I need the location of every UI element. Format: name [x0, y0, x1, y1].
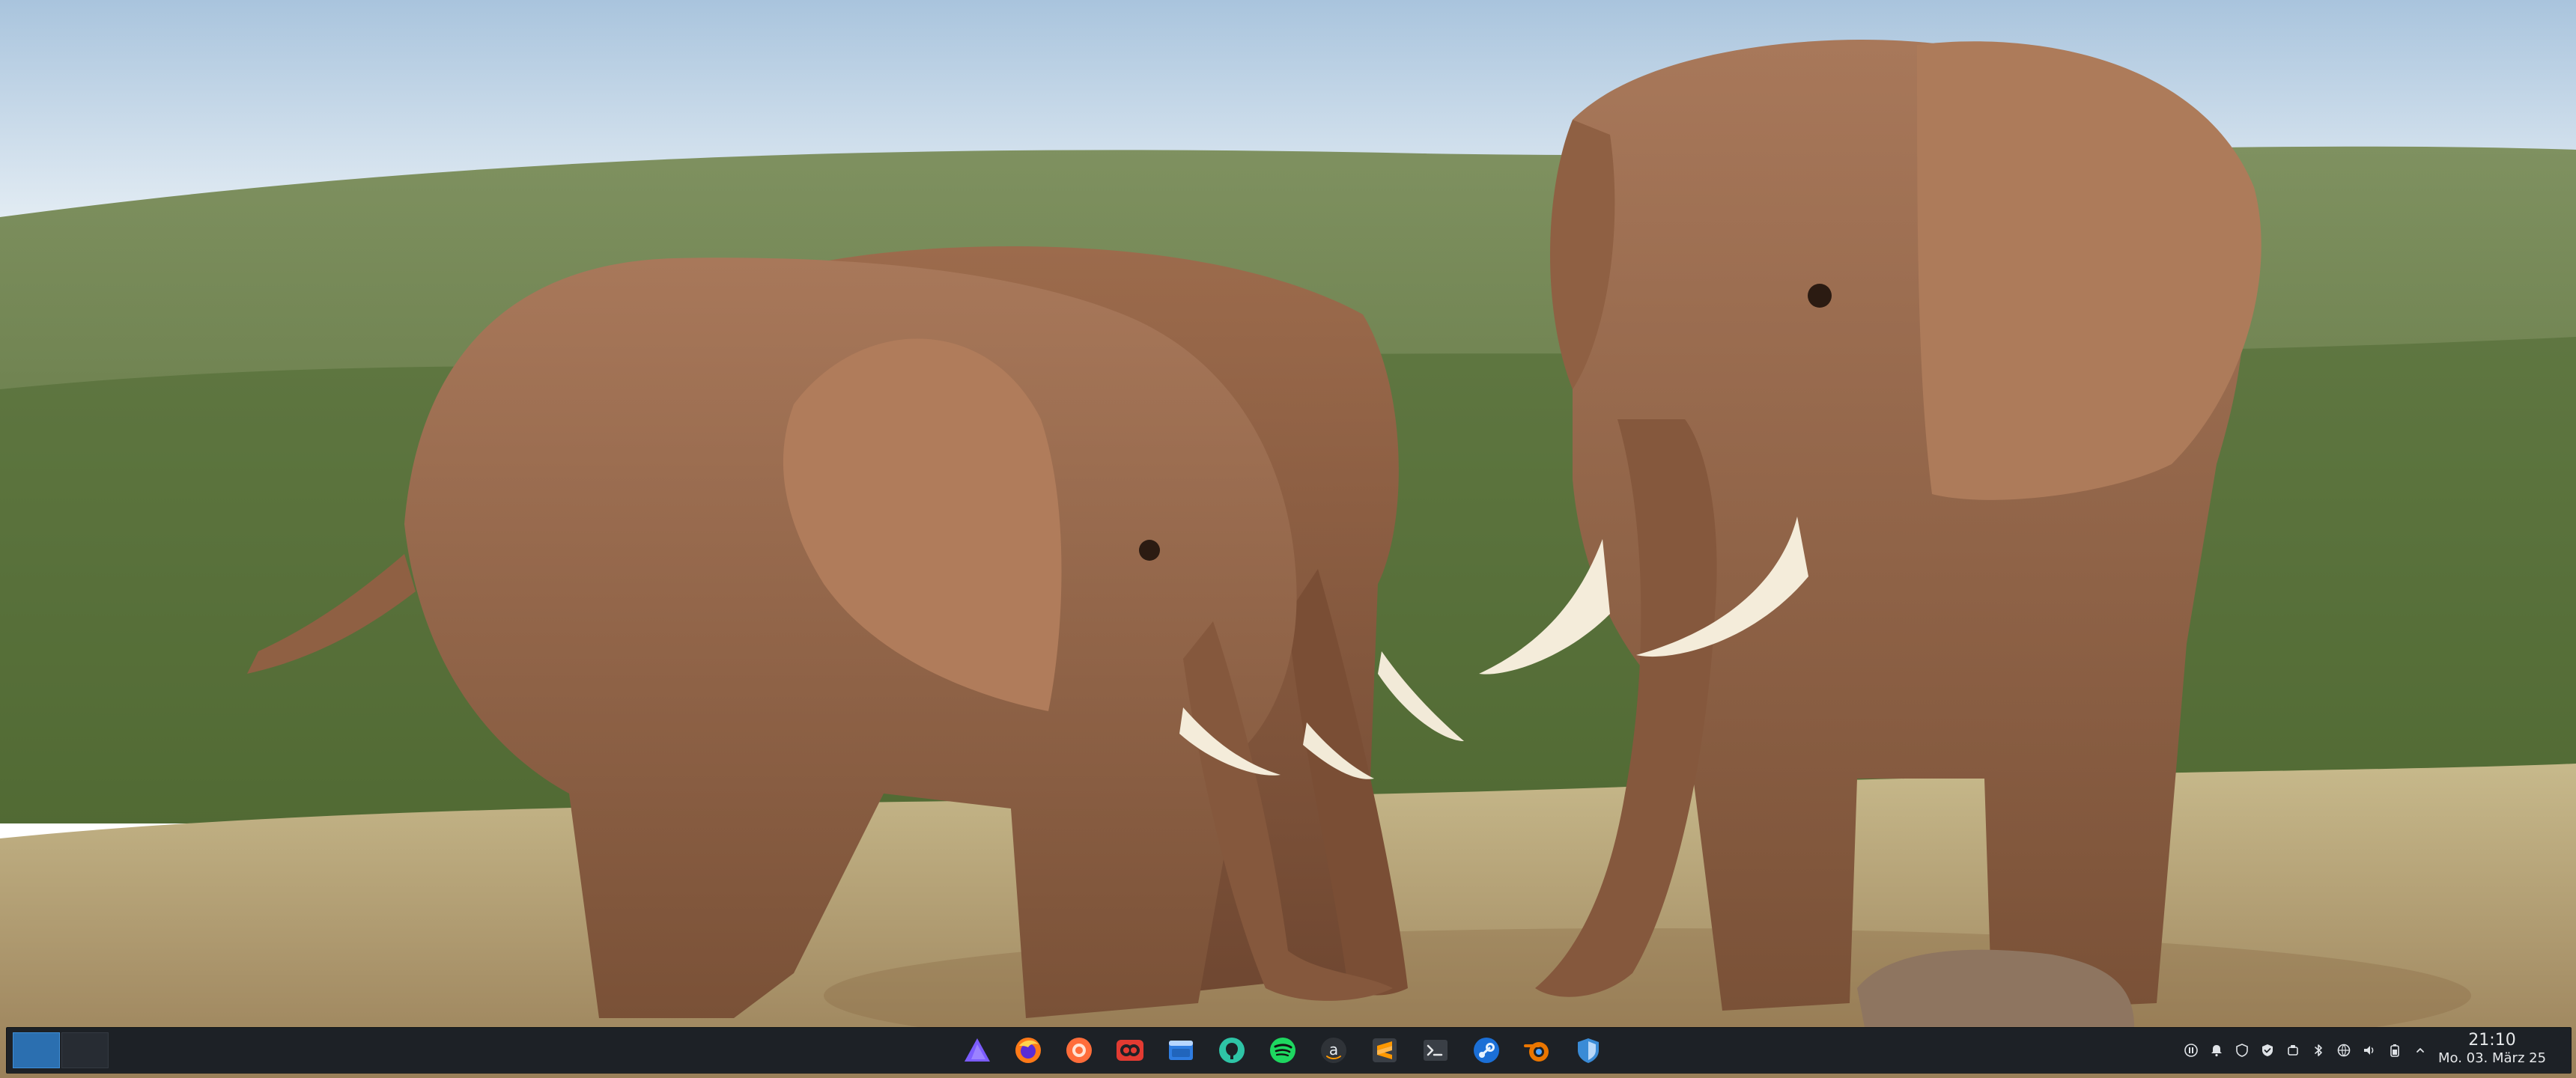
task-proton-vpn[interactable]	[958, 1031, 997, 1070]
github-icon	[1219, 1038, 1245, 1063]
task-terminal[interactable]	[1416, 1031, 1455, 1070]
tray-security[interactable]	[2259, 1042, 2276, 1059]
tray-media[interactable]	[2183, 1042, 2199, 1059]
clock-date: Mo. 03. März 25	[2437, 1050, 2547, 1066]
task-spotify[interactable]	[1263, 1031, 1302, 1070]
terminal-icon	[1424, 1040, 1448, 1061]
vpn-shield-icon	[2236, 1044, 2248, 1057]
task-bitwarden[interactable]	[1569, 1031, 1608, 1070]
tray-notifications[interactable]	[2208, 1042, 2225, 1059]
triangle-icon	[965, 1038, 990, 1062]
bell-icon	[2211, 1045, 2222, 1057]
task-blender[interactable]	[1518, 1031, 1557, 1070]
tray-vpn[interactable]	[2234, 1042, 2250, 1059]
task-davinci-resolve[interactable]	[1111, 1031, 1149, 1070]
task-github-desktop[interactable]	[1212, 1031, 1251, 1070]
amazon-icon: a	[1321, 1038, 1346, 1063]
check-shield-icon	[2262, 1044, 2273, 1056]
tray-storage[interactable]	[2285, 1042, 2301, 1059]
battery-icon	[2390, 1044, 2399, 1057]
tray-network[interactable]	[2336, 1042, 2352, 1059]
digital-clock[interactable]: 21:10 Mo. 03. März 25	[2428, 1031, 2556, 1070]
firefox-icon	[1015, 1038, 1041, 1063]
system-tray	[2183, 1028, 2428, 1073]
tray-bluetooth[interactable]	[2310, 1042, 2327, 1059]
blender-icon	[1524, 1042, 1549, 1062]
desktop-2[interactable]	[61, 1032, 109, 1068]
task-manager: a	[958, 1031, 1608, 1070]
pause-icon	[2184, 1044, 2198, 1057]
speaker-icon	[2364, 1046, 2374, 1055]
tray-expand[interactable]	[2412, 1042, 2428, 1059]
storage-icon	[2288, 1045, 2298, 1056]
tray-battery[interactable]	[2387, 1042, 2403, 1059]
folder-window-icon	[1169, 1041, 1193, 1060]
tray-volume[interactable]	[2361, 1042, 2378, 1059]
desktop-1[interactable]	[13, 1032, 60, 1068]
sublime-icon	[1373, 1038, 1397, 1062]
resolve-icon	[1117, 1040, 1143, 1061]
svg-text:a: a	[1329, 1041, 1338, 1059]
expand-icon	[2416, 1048, 2424, 1053]
task-file-manager[interactable]	[1161, 1031, 1200, 1070]
spotify-icon	[1270, 1038, 1295, 1063]
shield-icon	[1578, 1038, 1599, 1063]
steam-icon	[1474, 1038, 1499, 1063]
network-icon	[2337, 1044, 2351, 1057]
task-steam[interactable]	[1467, 1031, 1506, 1070]
desktop-wallpaper	[0, 0, 2576, 1078]
task-amazon[interactable]: a	[1314, 1031, 1353, 1070]
task-firefox[interactable]	[1009, 1031, 1048, 1070]
bluetooth-icon	[2315, 1044, 2322, 1056]
task-sublime-text[interactable]	[1365, 1031, 1404, 1070]
desktop-pager[interactable]	[13, 1032, 109, 1068]
taskbar: a 21:10 Mo. 03. März 25	[6, 1027, 2572, 1074]
task-orange-circle-app[interactable]	[1060, 1031, 1099, 1070]
orange-circle-icon	[1066, 1038, 1092, 1063]
clock-time: 21:10	[2468, 1031, 2516, 1050]
